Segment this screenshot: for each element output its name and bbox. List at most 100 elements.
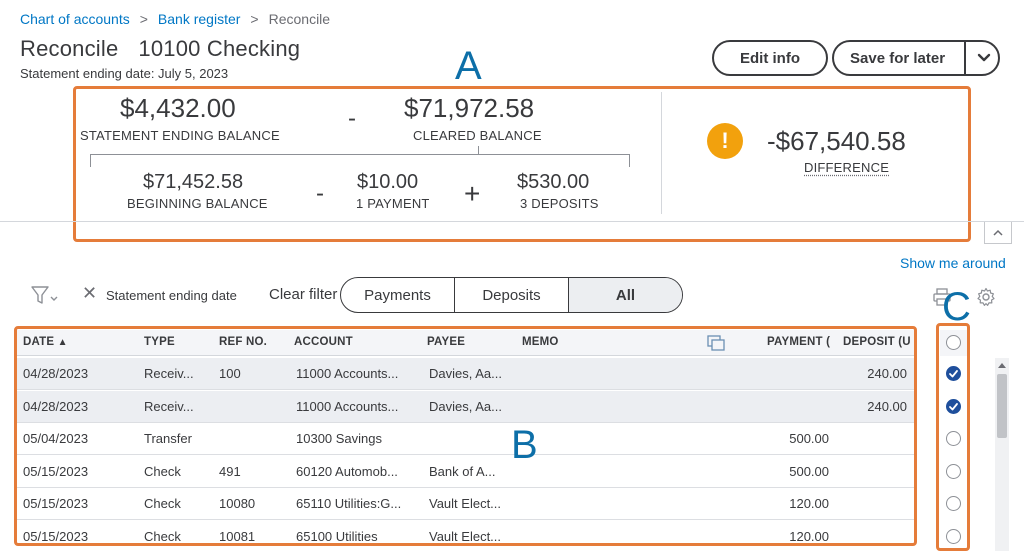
breadcrumb-separator: >: [139, 11, 148, 27]
cell-type: Check: [144, 463, 181, 479]
breadcrumb-chart-of-accounts[interactable]: Chart of accounts: [20, 11, 130, 27]
tab-all[interactable]: All: [569, 278, 682, 312]
payments-value: $10.00: [357, 171, 419, 193]
cell-payment: 120.00: [789, 496, 829, 511]
annotation-b: B: [511, 423, 538, 467]
column-header-deposit[interactable]: DEPOSIT (U: [843, 336, 913, 348]
section-divider: [0, 221, 1024, 222]
column-header-type[interactable]: TYPE: [144, 336, 175, 348]
cell-type: Receiv...: [144, 366, 194, 381]
table-row[interactable]: 05/15/2023 Check 10081 65100 Utilities Vault…: [17, 521, 915, 551]
cell-payee: Davies, Aa...: [429, 366, 502, 381]
collapse-summary-button[interactable]: [984, 222, 1012, 244]
cell-account: 10300 Savings: [296, 431, 383, 446]
cell-date: 04/28/2023: [23, 366, 89, 381]
close-icon[interactable]: ✕: [82, 283, 97, 304]
cleared-checkbox[interactable]: [946, 431, 961, 446]
beginning-balance-label: BEGINNING BALANCE: [127, 196, 268, 211]
save-for-later-label: Save for later: [850, 49, 946, 67]
cell-payee: Vault Elect...: [429, 496, 502, 511]
statement-ending-balance-label: STATEMENT ENDING BALANCE: [80, 128, 280, 143]
cleared-checkbox[interactable]: [946, 463, 961, 479]
select-all-column: [940, 330, 968, 356]
gear-icon[interactable]: [976, 287, 996, 307]
cell-account: 65100 Utilities: [296, 528, 378, 544]
deposits-label: 3 DEPOSITS: [520, 196, 599, 211]
cell-account: 11000 Accounts...: [296, 398, 399, 414]
difference-label[interactable]: DIFFERENCE: [804, 160, 889, 175]
cell-ref: 10081: [219, 528, 256, 544]
cell-date: 05/15/2023: [23, 528, 89, 544]
table-row[interactable]: 05/15/2023 Check 491 60120 Automob... Bank o…: [17, 456, 915, 488]
minus-operator-2: -: [316, 180, 324, 207]
table-header: DATE ▲ TYPE REF NO. ACCOUNT PAYEE MEMO P…: [17, 330, 915, 356]
filter-icon[interactable]: [30, 284, 60, 306]
breadcrumb-current: Reconcile: [268, 11, 331, 27]
cell-ref: 491: [219, 463, 241, 479]
summary-bracket-tick: [478, 146, 479, 155]
page-title: Reconcile 10100 Checking: [20, 36, 300, 62]
cell-type: Check: [144, 496, 181, 511]
tab-deposits[interactable]: Deposits: [455, 278, 569, 312]
cleared-checkbox[interactable]: [946, 528, 961, 544]
breadcrumb-separator: >: [250, 11, 259, 27]
breadcrumb-bank-register[interactable]: Bank register: [158, 11, 240, 27]
save-for-later-button[interactable]: Save for later: [832, 40, 1000, 76]
cell-type: Transfer: [144, 431, 192, 446]
column-header-ref[interactable]: REF NO.: [219, 336, 267, 348]
show-me-around-link[interactable]: Show me around: [900, 255, 1006, 271]
table-row[interactable]: 04/28/2023 Receiv... 11000 Accounts... Davi…: [17, 390, 915, 423]
table-row[interactable]: 05/04/2023 Transfer 10300 Savings 500.00: [17, 423, 915, 455]
column-header-payee[interactable]: PAYEE: [427, 336, 465, 348]
tab-payments[interactable]: Payments: [341, 278, 455, 312]
button-divider: [964, 42, 966, 74]
breadcrumb: Chart of accounts > Bank register > Reco…: [20, 11, 330, 27]
checkmark-icon: [949, 402, 958, 410]
statement-ending-balance-value: $4,432.00: [120, 93, 236, 123]
cell-account: 11000 Accounts...: [296, 366, 399, 381]
column-header-payment[interactable]: PAYMENT (: [767, 336, 835, 348]
beginning-balance-value: $71,452.58: [143, 171, 244, 193]
cell-date: 04/28/2023: [23, 398, 89, 414]
cell-date: 05/15/2023: [23, 496, 89, 511]
expand-columns-icon[interactable]: [706, 334, 726, 352]
summary-bracket: [90, 154, 630, 167]
account-name: 10100 Checking: [138, 36, 301, 61]
warning-icon: !: [707, 123, 743, 159]
select-all-checkbox[interactable]: [946, 335, 961, 350]
scrollbar-thumb[interactable]: [997, 374, 1007, 438]
cell-payee: Davies, Aa...: [429, 398, 502, 414]
column-header-memo[interactable]: MEMO: [522, 336, 559, 348]
cell-type: Receiv...: [144, 398, 194, 414]
clear-filter-link[interactable]: Clear filter: [269, 286, 343, 303]
annotation-a: A: [455, 44, 482, 88]
scroll-up-icon[interactable]: [996, 360, 1008, 370]
column-header-date[interactable]: DATE ▲: [23, 336, 68, 348]
cell-payee: Vault Elect...: [429, 528, 502, 544]
cleared-checkbox-checked[interactable]: [946, 398, 961, 414]
table-row[interactable]: 05/15/2023 Check 10080 65110 Utilities:G...…: [17, 488, 915, 520]
cleared-checkbox[interactable]: [946, 496, 961, 511]
cell-payment: 120.00: [789, 528, 829, 544]
cell-deposit: 240.00: [867, 398, 907, 414]
table-row[interactable]: 04/28/2023 Receiv... 100 11000 Accounts... D…: [17, 358, 915, 390]
cleared-balance-label: CLEARED BALANCE: [413, 128, 542, 143]
checkmark-icon: [949, 370, 958, 378]
column-header-account[interactable]: ACCOUNT: [294, 336, 353, 348]
minus-operator: -: [348, 105, 356, 132]
difference-value: -$67,540.58: [767, 126, 906, 156]
edit-info-button[interactable]: Edit info: [712, 40, 828, 76]
transaction-type-toggle: Payments Deposits All: [340, 277, 683, 313]
cell-type: Check: [144, 528, 181, 544]
cell-account: 60120 Automob...: [296, 463, 398, 479]
cleared-checkbox-checked[interactable]: [946, 366, 961, 381]
chevron-down-icon[interactable]: [974, 48, 994, 68]
cell-ref: 100: [219, 366, 241, 381]
cell-ref: 10080: [219, 496, 256, 511]
plus-operator: +: [464, 178, 481, 209]
column-header-date-label: DATE: [23, 336, 55, 348]
cell-payment: 500.00: [789, 463, 829, 479]
sort-ascending-icon: ▲: [57, 337, 68, 348]
cell-date: 05/15/2023: [23, 463, 89, 479]
cleared-balance-value: $71,972.58: [404, 93, 535, 123]
